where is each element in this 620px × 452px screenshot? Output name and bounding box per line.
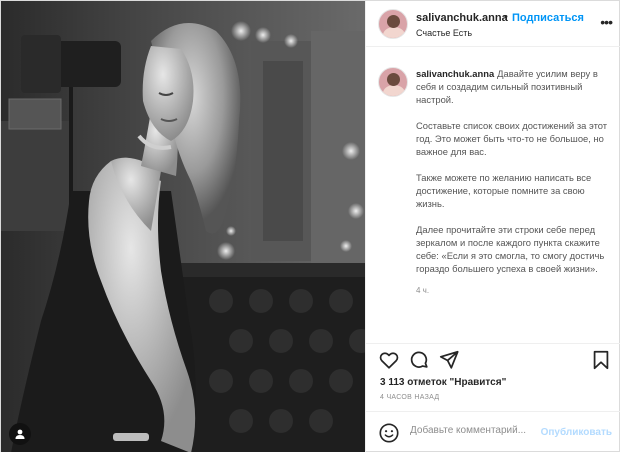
post-side-panel: salivanchuk.anna • Подписаться Счастье Е… [365,1,620,452]
person-icon [15,429,25,439]
share-icon[interactable] [438,349,460,371]
comment-bar: Опубликовать [366,411,620,452]
heart-icon[interactable] [378,349,400,371]
caption-paragraph: salivanchuk.anna Давайте усилим веру в се… [416,67,612,106]
action-bar [366,343,620,373]
emoji-icon[interactable] [378,422,400,444]
user-tag-icon[interactable] [9,423,31,445]
bookmark-icon[interactable] [590,349,612,371]
location-link[interactable]: Счастье Есть [416,28,472,38]
post-photo[interactable] [1,1,365,452]
avatar[interactable] [378,9,408,39]
post-timestamp: 4 ЧАСОВ НАЗАД [380,394,440,401]
caption-paragraph: Также можете по желанию написать все дос… [416,172,592,209]
caption-time: 4 ч. [416,286,430,295]
photo-image [1,1,365,452]
publish-button[interactable]: Опубликовать [541,427,612,438]
comment-icon[interactable] [408,349,430,371]
more-horizontal-icon[interactable]: ••• [600,14,613,30]
post-caption: salivanchuk.anna Давайте усилим веру в се… [366,47,620,343]
caption-paragraph: Далее прочитайте эти строки себе перед з… [416,224,605,274]
likes-count[interactable]: 3 113 отметок "Нравится" [380,377,506,388]
post-header: salivanchuk.anna • Подписаться Счастье Е… [366,1,620,47]
comment-input[interactable] [410,425,534,436]
header-username[interactable]: salivanchuk.anna [416,12,508,24]
header-separator: • [504,11,508,23]
caption-paragraph: Составьте список своих достижений за это… [416,120,608,157]
instagram-post: salivanchuk.anna • Подписаться Счастье Е… [0,0,620,452]
caption-username[interactable]: salivanchuk.anna [416,68,494,79]
follow-button[interactable]: Подписаться [512,12,584,24]
caption-avatar[interactable] [378,67,408,97]
caption-text: salivanchuk.anna Давайте усилим веру в се… [416,67,612,297]
